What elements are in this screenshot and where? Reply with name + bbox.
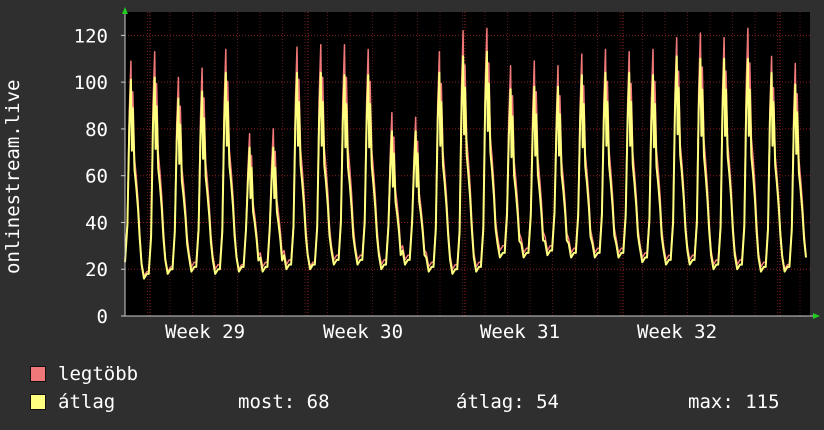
x-tick-label: Week 31	[480, 321, 560, 343]
y-axis-label: onlinestream.live	[2, 79, 24, 274]
x-tick-label: Week 30	[323, 321, 403, 343]
stat-max: max: 115	[688, 391, 780, 413]
y-tick-label: 40	[85, 212, 108, 234]
legend-label-max: legtöbb	[58, 363, 139, 385]
y-tick-label: 20	[85, 259, 108, 281]
y-tick-labels: 0 20 40 60 80 100 120	[74, 25, 108, 328]
x-tick-label: Week 29	[165, 321, 245, 343]
y-tick-label: 60	[85, 166, 108, 188]
legend-label-avg: átlag	[58, 391, 116, 413]
y-tick-label: 100	[74, 72, 108, 94]
stat-average: átlag: 54	[456, 391, 559, 413]
x-tick-labels: Week 29 Week 30 Week 31 Week 32	[165, 321, 717, 343]
y-tick-label: 80	[85, 119, 108, 141]
x-tick-label: Week 32	[637, 321, 717, 343]
y-axis-arrow-icon	[122, 7, 128, 14]
x-axis-arrow-icon	[813, 313, 820, 319]
legend-swatch-avg	[30, 394, 46, 410]
y-tick-label: 120	[74, 25, 108, 47]
stat-now: most: 68	[238, 391, 330, 413]
legend-swatch-max	[30, 366, 46, 382]
y-tick-label: 0	[97, 306, 108, 328]
